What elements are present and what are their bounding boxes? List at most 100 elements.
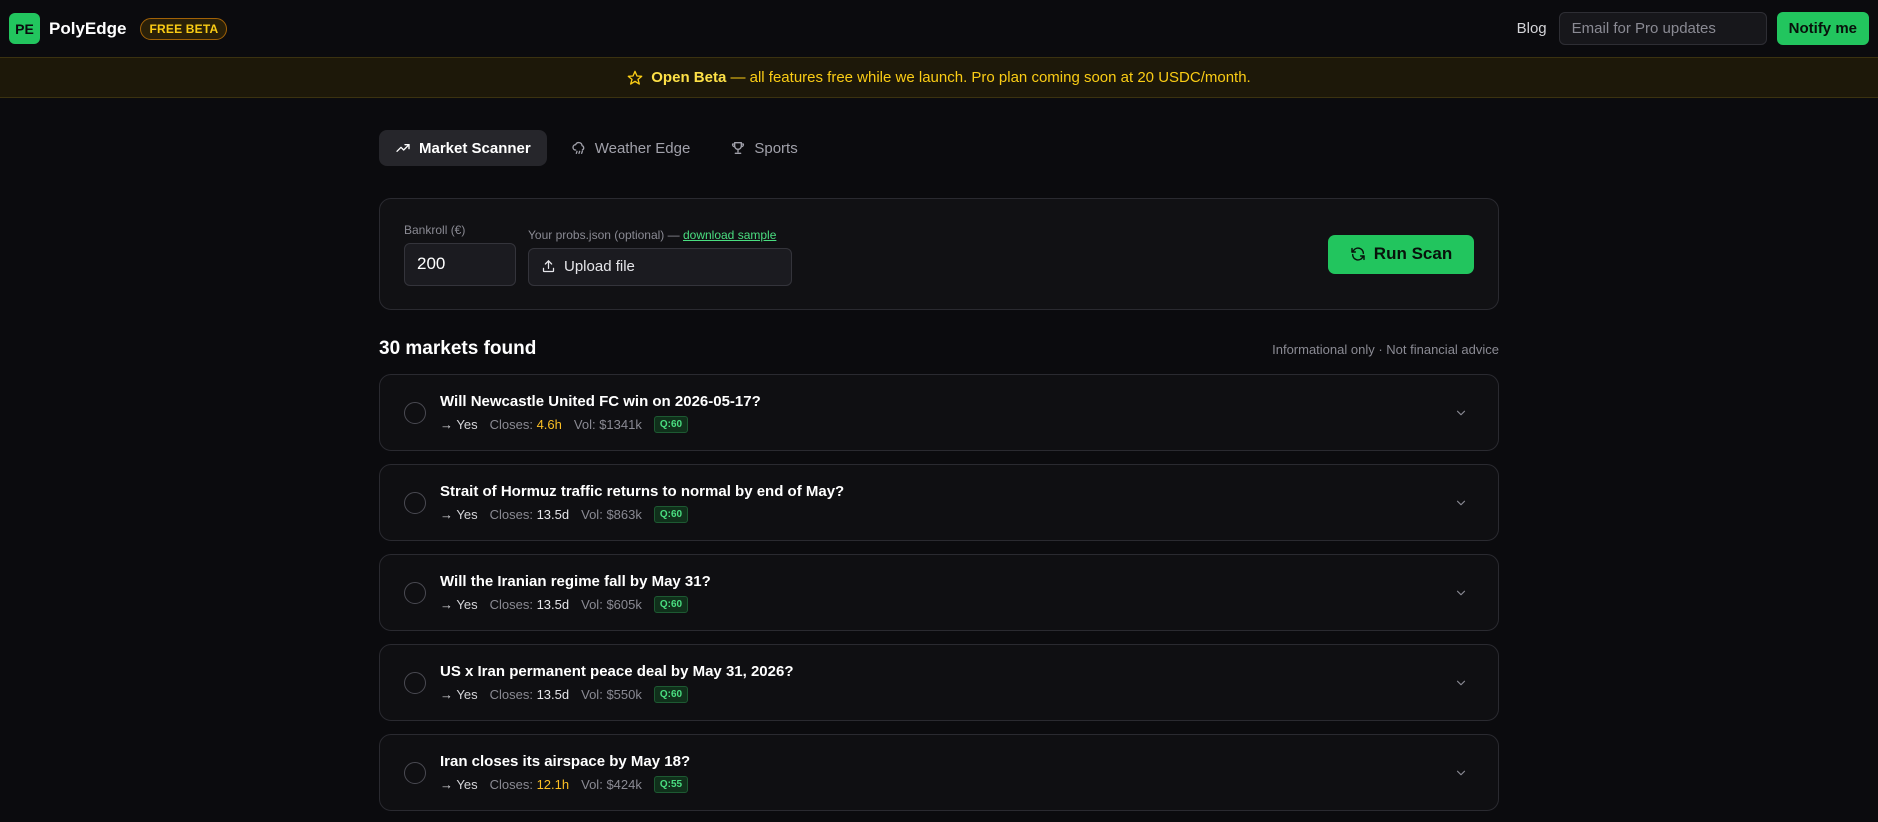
beta-badge: FREE BETA bbox=[140, 17, 228, 40]
tab-market-scanner[interactable]: Market Scanner bbox=[379, 130, 547, 166]
market-outcome: → Yes bbox=[440, 686, 478, 702]
market-meta: → Yes Closes: 4.6h Vol: $1341k Q:60 bbox=[440, 415, 761, 433]
scan-panel: Bankroll (€) Your probs.json (optional) … bbox=[379, 198, 1499, 310]
tab-label: Market Scanner bbox=[419, 139, 531, 157]
vol-field: Vol: $550k bbox=[581, 687, 642, 702]
star-icon bbox=[627, 70, 643, 85]
closes-label: Closes: bbox=[489, 416, 533, 432]
chevron-down-icon[interactable] bbox=[1454, 766, 1468, 780]
banner-text: — all features free while we launch. Pro… bbox=[730, 69, 1251, 86]
market-question: Strait of Hormuz traffic returns to norm… bbox=[440, 482, 845, 500]
chevron-down-icon[interactable] bbox=[1454, 676, 1468, 690]
logo[interactable]: PE bbox=[9, 13, 40, 44]
closes-label: Closes: bbox=[489, 686, 533, 702]
bankroll-group: Bankroll (€) bbox=[404, 223, 516, 286]
chevron-down-icon[interactable] bbox=[1454, 406, 1468, 420]
market-meta: → Yes Closes: 13.5d Vol: $550k Q:60 bbox=[440, 685, 794, 703]
run-scan-button[interactable]: Run Scan bbox=[1328, 234, 1474, 274]
tab-sports[interactable]: Sports bbox=[714, 130, 813, 166]
disclaimer: Informational only · Not financial advic… bbox=[1272, 342, 1499, 357]
cloud-rain-icon bbox=[572, 141, 585, 154]
vol-field: Vol: $1341k bbox=[574, 417, 642, 432]
beta-banner: Open Beta — all features free while we l… bbox=[0, 57, 1878, 98]
brand-name[interactable]: PolyEdge bbox=[49, 19, 126, 39]
upload-file-button[interactable]: Upload file bbox=[528, 247, 792, 286]
market-row[interactable]: US x Iran permanent peace deal by May 31… bbox=[379, 644, 1499, 721]
run-scan-label: Run Scan bbox=[1373, 244, 1453, 263]
trending-up-icon bbox=[396, 144, 410, 152]
closes-field: Closes: 12.1h bbox=[490, 777, 570, 792]
market-meta: → Yes Closes: 12.1h Vol: $424k Q:55 bbox=[440, 775, 690, 793]
vol-value: $424k bbox=[606, 776, 642, 792]
chevron-down-icon[interactable] bbox=[1454, 496, 1468, 510]
email-input[interactable] bbox=[1558, 12, 1767, 45]
closes-value: 13.5d bbox=[536, 506, 570, 522]
probs-group: Your probs.json (optional) — download sa… bbox=[528, 228, 792, 286]
market-list: Will Newcastle United FC win on 2026-05-… bbox=[379, 374, 1499, 811]
banner-strong: Open Beta bbox=[651, 69, 727, 86]
market-body: Iran closes its airspace by May 18? → Ye… bbox=[440, 753, 690, 793]
quality-badge: Q:60 bbox=[653, 505, 689, 523]
results-header: 30 markets found Informational only · No… bbox=[379, 338, 1499, 360]
closes-value: 12.1h bbox=[536, 776, 570, 792]
upload-icon bbox=[542, 260, 555, 273]
vol-label: Vol: bbox=[573, 416, 596, 432]
market-outcome: → Yes bbox=[440, 506, 478, 522]
scan-inputs: Bankroll (€) Your probs.json (optional) … bbox=[404, 223, 792, 286]
bankroll-label: Bankroll (€) bbox=[404, 222, 466, 237]
market-outcome: → Yes bbox=[440, 776, 478, 792]
vol-label: Vol: bbox=[581, 686, 603, 702]
select-radio[interactable] bbox=[404, 671, 426, 694]
closes-field: Closes: 13.5d bbox=[490, 687, 570, 702]
notify-button[interactable]: Notify me bbox=[1776, 12, 1869, 45]
refresh-icon bbox=[1351, 247, 1365, 261]
market-outcome: → Yes bbox=[440, 416, 478, 432]
blog-link[interactable]: Blog bbox=[1517, 20, 1547, 37]
tab-weather-edge[interactable]: Weather Edge bbox=[555, 130, 707, 166]
closes-value: 13.5d bbox=[536, 596, 570, 612]
top-nav: PE PolyEdge FREE BETA Blog Notify me bbox=[0, 0, 1878, 57]
closes-label: Closes: bbox=[489, 596, 533, 612]
main-content: Market Scanner Weather Edge Sports Bankr… bbox=[379, 98, 1499, 811]
select-radio[interactable] bbox=[404, 761, 426, 784]
select-radio[interactable] bbox=[404, 401, 426, 424]
vol-value: $863k bbox=[606, 506, 642, 522]
market-row[interactable]: Will Newcastle United FC win on 2026-05-… bbox=[379, 374, 1499, 451]
quality-badge: Q:60 bbox=[653, 685, 689, 703]
closes-value: 4.6h bbox=[536, 416, 562, 432]
brand[interactable]: PE PolyEdge FREE BETA bbox=[9, 13, 228, 44]
results-count: 30 markets found bbox=[379, 338, 537, 359]
market-question: Will the Iranian regime fall by May 31? bbox=[440, 572, 711, 590]
trophy-icon bbox=[732, 142, 745, 154]
vol-label: Vol: bbox=[581, 596, 603, 612]
closes-field: Closes: 4.6h bbox=[490, 417, 562, 432]
market-meta: → Yes Closes: 13.5d Vol: $863k Q:60 bbox=[440, 505, 844, 523]
closes-label: Closes: bbox=[489, 506, 533, 522]
quality-badge: Q:60 bbox=[653, 415, 689, 433]
chevron-down-icon[interactable] bbox=[1454, 586, 1468, 600]
market-body: US x Iran permanent peace deal by May 31… bbox=[440, 663, 794, 703]
probs-label-text: Your probs.json (optional) — bbox=[528, 227, 680, 242]
vol-field: Vol: $605k bbox=[581, 597, 642, 612]
download-sample-link[interactable]: download sample bbox=[683, 228, 776, 242]
bankroll-input[interactable] bbox=[404, 242, 516, 286]
upload-label: Upload file bbox=[564, 258, 635, 275]
vol-label: Vol: bbox=[581, 506, 603, 522]
market-question: US x Iran permanent peace deal by May 31… bbox=[440, 662, 794, 680]
vol-value: $550k bbox=[606, 686, 642, 702]
vol-field: Vol: $863k bbox=[581, 507, 642, 522]
probs-label: Your probs.json (optional) — download sa… bbox=[528, 228, 792, 242]
market-question: Iran closes its airspace by May 18? bbox=[440, 752, 691, 770]
market-row[interactable]: Strait of Hormuz traffic returns to norm… bbox=[379, 464, 1499, 541]
select-radio[interactable] bbox=[404, 581, 426, 604]
market-meta: → Yes Closes: 13.5d Vol: $605k Q:60 bbox=[440, 595, 711, 613]
market-row[interactable]: Iran closes its airspace by May 18? → Ye… bbox=[379, 734, 1499, 811]
quality-badge: Q:55 bbox=[653, 775, 689, 793]
quality-badge: Q:60 bbox=[653, 595, 689, 613]
select-radio[interactable] bbox=[404, 491, 426, 514]
market-row[interactable]: Will the Iranian regime fall by May 31? … bbox=[379, 554, 1499, 631]
closes-value: 13.5d bbox=[536, 686, 570, 702]
vol-field: Vol: $424k bbox=[581, 777, 642, 792]
market-body: Will Newcastle United FC win on 2026-05-… bbox=[440, 393, 761, 433]
tab-label: Sports bbox=[754, 139, 798, 157]
